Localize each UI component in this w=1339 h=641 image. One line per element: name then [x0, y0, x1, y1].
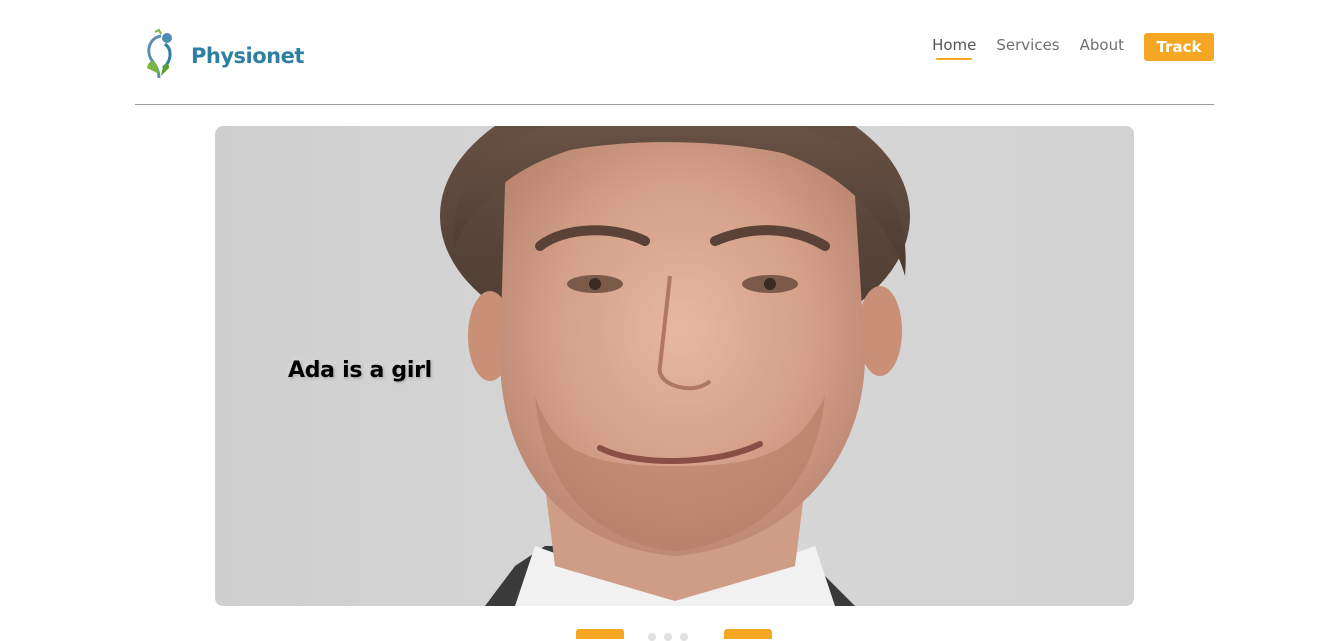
carousel-dot[interactable]	[680, 633, 688, 641]
carousel-dot[interactable]	[664, 633, 672, 641]
physionet-logo-icon	[147, 28, 172, 79]
brand-name: Physionet	[191, 44, 304, 68]
track-button[interactable]: Track	[1144, 33, 1214, 61]
hero-carousel-slide: Ada is a girl	[215, 126, 1134, 606]
brand-logo[interactable]: Physionet	[139, 28, 304, 82]
nav-about-link[interactable]: About	[1080, 36, 1124, 58]
site-header: Physionet Home Services About Track	[135, 0, 1214, 105]
carousel-dots	[648, 633, 688, 641]
carousel-dot[interactable]	[648, 633, 656, 641]
nav-home-link[interactable]: Home	[932, 36, 976, 60]
main-nav: Home Services About Track	[932, 33, 1214, 61]
carousel-next-button[interactable]	[724, 629, 772, 639]
hero-caption: Ada is a girl	[288, 358, 432, 383]
carousel-prev-button[interactable]	[576, 629, 624, 639]
carousel-controls	[576, 629, 773, 641]
nav-services-link[interactable]: Services	[996, 36, 1059, 58]
